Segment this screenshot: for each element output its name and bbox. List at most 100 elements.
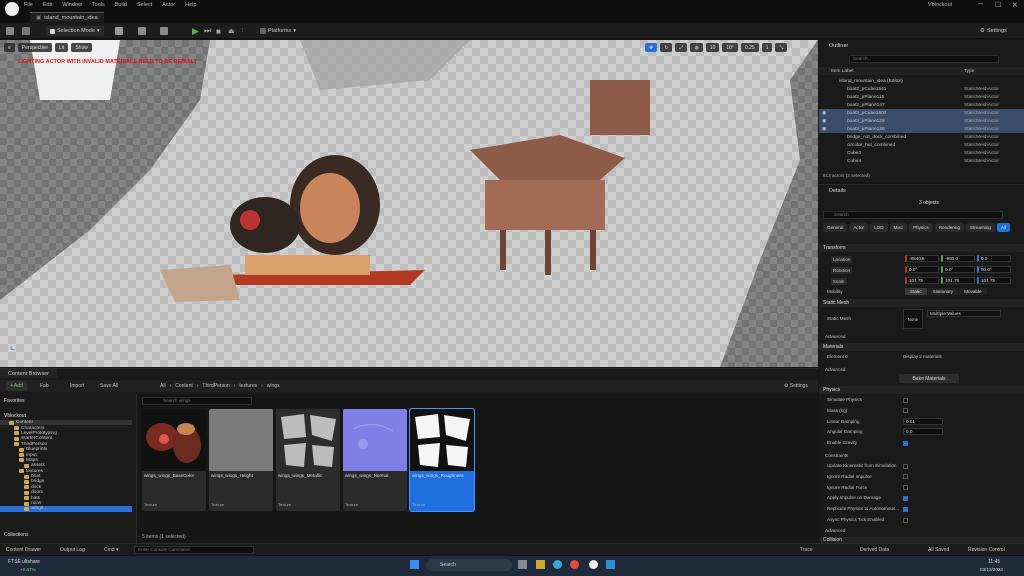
physics-checkbox[interactable]: [903, 408, 908, 414]
edge-icon[interactable]: [553, 560, 562, 569]
mobility-movable[interactable]: Movable: [959, 288, 987, 295]
settings-dropdown[interactable]: ⚙ Settings: [980, 26, 1007, 36]
add-button[interactable]: + Add: [6, 381, 27, 391]
transform-move-icon[interactable]: ✥: [645, 43, 658, 52]
save-icon[interactable]: [6, 26, 14, 36]
physics-checkbox[interactable]: [903, 495, 908, 501]
menu-item-build[interactable]: Build: [115, 2, 127, 8]
play-button[interactable]: ▶: [192, 26, 199, 36]
step-button[interactable]: ⏭: [204, 26, 211, 36]
grid-snap[interactable]: 10: [705, 43, 720, 52]
col-type[interactable]: Type: [964, 69, 974, 74]
blueprint-icon[interactable]: [138, 26, 146, 36]
menu-item-tools[interactable]: Tools: [92, 2, 105, 8]
outliner-row[interactable]: boat2_pCube1541 StaticMeshActor: [819, 85, 1024, 93]
all-saved-button[interactable]: All Saved: [928, 547, 949, 553]
selection-mode-dropdown[interactable]: Selection Mode ▾: [46, 26, 104, 36]
outliner-row[interactable]: island_mountain_idea (Editor): [819, 77, 1024, 85]
content-browser-tab[interactable]: Content Browser: [0, 369, 57, 378]
platforms-dropdown[interactable]: Platforms ▾: [260, 26, 296, 36]
constraints-toggle[interactable]: Constraints: [825, 453, 848, 458]
taskbar-search[interactable]: Search: [426, 559, 512, 571]
project-root[interactable]: Vblockout: [4, 413, 26, 419]
close-button[interactable]: ✕: [1012, 1, 1018, 9]
cmd-dropdown[interactable]: Cmd ▾: [104, 547, 118, 553]
physics-checkbox[interactable]: [903, 397, 908, 403]
task-view-icon[interactable]: [518, 560, 527, 569]
details-tab-misc[interactable]: Misc: [889, 223, 907, 232]
maximize-button[interactable]: ☐: [995, 1, 1001, 9]
physics-section[interactable]: Physics: [819, 386, 1024, 394]
outliner-row[interactable]: Cube4 StaticMeshActor: [819, 157, 1024, 165]
cb-settings-button[interactable]: ⚙ Settings: [784, 383, 808, 389]
save-all-button[interactable]: Save All: [100, 383, 118, 389]
rotate-icon[interactable]: ↻: [660, 43, 673, 52]
details-tab-streaming[interactable]: Streaming: [966, 223, 995, 232]
rotation-label[interactable]: Rotation: [831, 267, 853, 274]
asset-search-input[interactable]: Search wings: [142, 397, 252, 405]
breadcrumb-item[interactable]: All: [160, 383, 166, 389]
materials-section[interactable]: Materials: [819, 343, 1024, 351]
asset-tile[interactable]: wings_wings_Height Texture: [209, 409, 273, 511]
maximize-viewport-icon[interactable]: ⤡: [775, 43, 788, 52]
file-explorer-icon[interactable]: [536, 560, 545, 569]
location-z[interactable]: 0.0: [977, 255, 1011, 262]
world-icon[interactable]: ◍: [690, 43, 703, 52]
perspective-button[interactable]: Perspective: [17, 43, 53, 52]
stop-button[interactable]: ■: [216, 26, 221, 36]
asset-tile[interactable]: wings_wings_Roughness Texture: [409, 408, 475, 512]
physics-prop-value[interactable]: 0.01: [903, 417, 943, 425]
content-drawer-button[interactable]: Content Drawer: [6, 547, 41, 553]
menu-item-select[interactable]: Select: [137, 2, 152, 8]
physics-prop-value[interactable]: 0.0: [903, 428, 943, 436]
rotation-z[interactable]: 90.0°: [977, 266, 1011, 273]
outliner-row[interactable]: boat2_pPlane115 StaticMeshActor: [819, 93, 1024, 101]
add-actor-icon[interactable]: [115, 26, 123, 36]
physics-checkbox[interactable]: [903, 474, 908, 480]
outliner-row[interactable]: bridge_not_dock_combined StaticMeshActor: [819, 133, 1024, 141]
mesh-dropdown[interactable]: Multiple Values: [927, 310, 1001, 317]
mobility-static[interactable]: Static: [905, 288, 927, 295]
mobility-stationary[interactable]: Stationary: [927, 288, 959, 295]
details-tab-general[interactable]: General: [823, 223, 848, 232]
mesh-thumbnail[interactable]: None: [903, 309, 923, 329]
outliner-row[interactable]: circular_hut_combined StaticMeshActor: [819, 141, 1024, 149]
location-label[interactable]: Location: [831, 256, 853, 263]
scale-label[interactable]: Scale: [831, 278, 847, 285]
details-search-input[interactable]: Search: [823, 211, 1003, 219]
visibility-eye-icon[interactable]: ◉: [822, 119, 826, 124]
asset-tile[interactable]: wings_wings_Normal Texture: [343, 409, 407, 511]
location-x[interactable]: -8840.6: [905, 255, 939, 262]
materials-advanced-toggle[interactable]: Advanced: [825, 367, 845, 372]
physics-checkbox[interactable]: [903, 463, 908, 469]
physics-advanced-toggle[interactable]: Advanced: [825, 528, 845, 533]
menu-item-window[interactable]: Window: [62, 2, 82, 8]
maya-icon[interactable]: [606, 560, 615, 569]
scale-y[interactable]: 101.75: [941, 277, 975, 284]
menu-item-actor[interactable]: Actor: [162, 2, 175, 8]
details-tab-all[interactable]: All: [996, 223, 1011, 232]
physics-checkbox[interactable]: [903, 485, 908, 491]
details-tab-physics[interactable]: Physics: [908, 223, 933, 232]
outliner-row[interactable]: ◉ boat3_pPlane148 StaticMeshActor: [819, 125, 1024, 133]
lit-button[interactable]: Lit: [55, 43, 69, 52]
level-tab[interactable]: ▣ island_mountain_idea: [30, 12, 104, 22]
breadcrumb-item[interactable]: ThirdPerson: [202, 383, 229, 389]
rotation-x[interactable]: 0.0°: [905, 266, 939, 273]
ticker-label[interactable]: FTSE ultshare: [8, 559, 40, 565]
physics-checkbox[interactable]: [903, 517, 908, 523]
scale-x[interactable]: 101.75: [905, 277, 939, 284]
eject-button[interactable]: ⏏: [228, 26, 235, 36]
favorites-header[interactable]: Favorites: [4, 398, 25, 404]
outliner-row[interactable]: boat2_pPlane147 StaticMeshActor: [819, 101, 1024, 109]
menu-item-edit[interactable]: Edit: [43, 2, 52, 8]
transform-section[interactable]: Transform: [819, 244, 1024, 252]
level-viewport[interactable]: ≡ Perspective Lit Show ✥ ↻ ⤢ ◍ 10 10° 0.…: [0, 40, 818, 367]
minimize-button[interactable]: ─: [978, 1, 983, 8]
collections-header[interactable]: Collections: [4, 532, 28, 538]
scale-icon[interactable]: ⤢: [675, 43, 688, 52]
static-mesh-section[interactable]: Static Mesh: [819, 299, 1024, 307]
scale-snap[interactable]: 0.25: [740, 43, 759, 52]
output-log-button[interactable]: Output Log: [60, 547, 85, 553]
trace-button[interactable]: Trace: [800, 547, 813, 553]
